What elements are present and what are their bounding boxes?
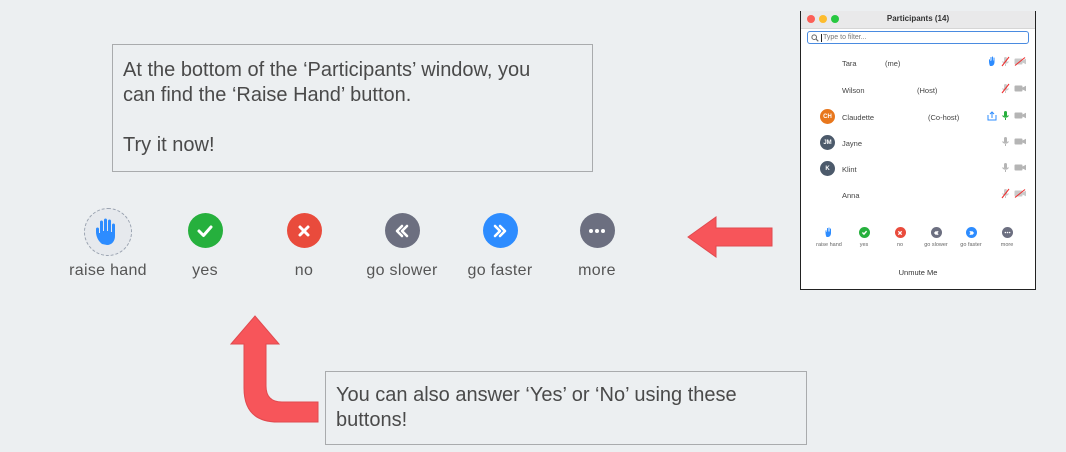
more-label: more [578,262,616,279]
share-screen-icon [987,110,997,120]
window-title: Participants (14) [886,14,950,23]
instruction-callout-top: At the bottom of the ‘Participants’ wind… [112,44,593,172]
mini-yes-label: yes [859,242,869,248]
raise-hand-label: raise hand [69,262,147,279]
mini-no-button[interactable]: no [883,227,917,248]
participant-name: Tara [842,59,857,68]
participant-row[interactable]: JM Jayne [801,133,1035,153]
video-icon [1014,112,1026,119]
ellipsis-icon [589,228,605,233]
video-icon [1014,85,1026,92]
mic-muted-icon [1001,83,1010,94]
participant-row[interactable]: Tara (me) [801,53,1035,73]
participant-row[interactable]: Wilson (Host) [801,80,1035,100]
callout-top-line2: can find the ‘Raise Hand’ button. [123,84,412,106]
rewind-icon [395,224,409,237]
mic-muted-icon [1001,56,1010,67]
raised-hand-indicator-icon [989,56,995,66]
avatar: JM [820,135,835,150]
mini-go-faster-label: go faster [960,242,982,248]
mini-no-label: no [896,242,904,248]
go-faster-label: go faster [467,262,533,279]
mini-go-slower-label: go slower [924,242,948,248]
check-icon [861,230,867,236]
participant-name: Wilson [842,86,865,95]
no-button[interactable]: no [249,208,359,280]
participant-row[interactable]: K Klint [801,159,1035,179]
search-icon [811,33,819,42]
participant-tag: (me) [885,59,901,68]
unmute-me-button[interactable]: Unmute Me [801,268,1035,277]
video-icon [1014,138,1026,145]
mic-icon [1002,163,1009,172]
avatar: K [820,161,835,176]
participant-row[interactable]: CH Claudette (Co-host) [801,107,1035,127]
mini-yes-button[interactable]: yes [847,227,881,248]
video-icon [1014,164,1026,171]
mini-raise-hand-label: raise hand [816,242,842,248]
instruction-callout-bottom: You can also answer ‘Yes’ or ‘No’ using … [325,371,807,445]
go-slower-label: go slower [366,262,438,279]
mini-raise-hand-button[interactable]: raise hand [812,227,846,248]
rewind-icon [933,230,939,235]
participant-tag: (Co-host) [928,113,960,122]
callout-top-line3: Try it now! [123,134,215,156]
mini-go-faster-button[interactable]: go faster [954,227,988,248]
participant-tag: (Host) [917,86,938,95]
participant-search-input[interactable]: Type to filter... [807,31,1029,44]
fast-forward-icon [968,230,974,235]
search-placeholder: Type to filter... [823,34,867,41]
no-label: no [294,262,314,279]
raise-hand-button[interactable]: raise hand [53,208,163,280]
x-icon [298,225,310,236]
yes-label: yes [192,262,218,279]
more-button[interactable]: more [542,208,652,280]
x-icon [897,230,903,235]
mini-more-button[interactable]: more [990,227,1024,248]
video-off-icon [1014,189,1026,198]
callout-top-line1: At the bottom of the ‘Participants’ wind… [123,59,531,81]
participant-row[interactable]: Anna [801,185,1035,205]
participants-window: Participants (14) Type to filter... Tara… [800,11,1036,290]
fast-forward-icon [493,224,507,237]
go-slower-button[interactable]: go slower [347,208,457,280]
callout-bottom-line2: buttons! [336,409,408,431]
mini-more-label: more [1000,242,1014,248]
avatar: CH [820,109,835,124]
mini-go-slower-button[interactable]: go slower [919,227,953,248]
mic-muted-icon [1001,188,1010,199]
video-off-icon [1014,57,1026,66]
raise-hand-icon [96,218,115,245]
mic-active-icon [1002,111,1009,120]
up-arrow-icon [229,315,319,423]
participant-name: Klint [842,165,857,174]
go-faster-button[interactable]: go faster [445,208,555,280]
check-icon [197,225,213,237]
window-titlebar: Participants (14) [801,11,1035,29]
participant-name: Anna [842,191,860,200]
callout-bottom-line1: You can also answer ‘Yes’ or ‘No’ using … [336,384,737,406]
yes-button[interactable]: yes [150,208,260,280]
participant-name: Jayne [842,139,863,148]
left-arrow-icon [687,216,773,258]
raise-hand-icon [825,227,831,237]
ellipsis-icon [1004,231,1010,234]
mic-icon [1002,137,1009,146]
participant-name: Claudette [842,113,875,122]
